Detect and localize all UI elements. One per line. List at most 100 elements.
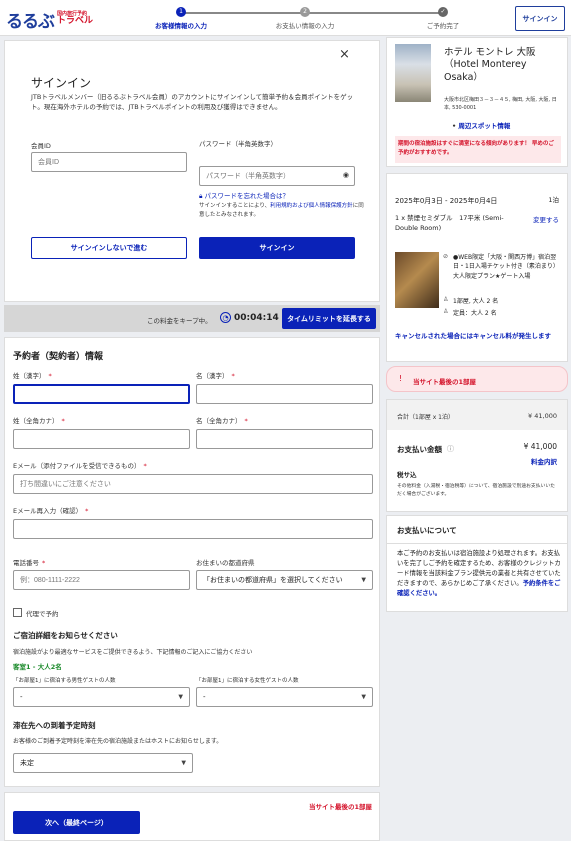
total-value: ¥ 41,000 (523, 442, 557, 451)
male-guests-value: - (20, 693, 23, 701)
close-icon[interactable]: × (339, 47, 350, 62)
lock-icon: 🔒︎ (199, 192, 203, 200)
male-guests-label: 「お部屋1」に宿泊する男性ゲストの人数 (13, 678, 116, 684)
check-icon: ✓ (438, 7, 448, 17)
check-circle-icon: ⊘ (443, 253, 449, 260)
female-guests-value: - (203, 693, 206, 701)
chevron-down-icon: ▼ (361, 693, 366, 701)
signin-button[interactable]: サインイン (199, 237, 355, 259)
subtotal-row: 合計（1部屋 x 1泊） ¥ 41,000 (387, 400, 567, 430)
chevron-down-icon: ▼ (178, 693, 183, 701)
countdown-timer: 00:04:14 (234, 313, 279, 323)
prefecture-select-value: 「お住まいの都道府県」を選択してください (203, 576, 343, 584)
progress-line (180, 12, 443, 14)
chevron-down-icon: ▼ (181, 759, 186, 767)
arrival-time-description: お客様のご到着予定時刻を滞在先の宿泊施設またはホストにお知らせします。 (13, 738, 223, 745)
rooms-guests-summary: 1部屋, 大人 2 名 (453, 298, 499, 305)
warning-icon: ! (399, 374, 403, 383)
subtotal-value: ¥ 41,000 (528, 412, 557, 420)
clock-icon: ◔ (220, 312, 231, 323)
password-input[interactable] (199, 166, 355, 186)
hotel-address: 大阪市北区梅田３－３－４５, 梅田, 大阪, 大阪, 日本, 530-0001 (444, 97, 557, 111)
payment-info-text: 本ご予約のお支払いは宿泊施設より処理されます。お支払いを完了しご予約を確定するた… (397, 549, 561, 599)
step-3-label: ご予約完了 (426, 22, 460, 30)
stay-nights: 1泊 (548, 196, 559, 204)
last-name-kana-input[interactable] (13, 429, 190, 449)
divider (387, 543, 567, 544)
info-icon[interactable]: ⓘ (447, 444, 454, 454)
arrival-time-select[interactable]: 未定 ▼ (13, 753, 193, 773)
arrival-time-value: 未定 (20, 759, 34, 767)
signin-panel: × サインイン JTBトラベルメンバー（旧るるぶトラベル会員）のアカウントにサイ… (4, 40, 380, 302)
nearby-spots-link[interactable]: 周辺スポット情報 (458, 122, 510, 130)
rate-plan-name: ●WEB限定「大阪・関西万博」宿泊翌日・1日入場チケット付き（素泊まり）大人限定… (453, 254, 559, 280)
form-footer: 当サイト最後の1部屋 次へ（最終ページ） (4, 792, 380, 841)
member-id-input[interactable] (31, 152, 187, 172)
person-icon: ♙ (443, 296, 449, 303)
prefecture-label: お住まいの都道府県 (196, 559, 255, 567)
header-signin-button[interactable]: サインイン (515, 6, 565, 31)
email-input[interactable] (13, 474, 373, 494)
continue-as-guest-button[interactable]: サインインしないで進む (31, 237, 187, 259)
total-label: お支払い金額 (397, 445, 442, 454)
eye-icon[interactable]: ◉ (343, 171, 349, 179)
last-name-kanji-label: 姓（漢字） * (13, 372, 52, 380)
step-2-indicator: 2 (300, 7, 310, 17)
cancellation-policy-link[interactable]: キャンセルされた場合にはキャンセル料が発生します (395, 331, 561, 341)
forgot-password-row: 🔒︎ パスワードを忘れた場合は？ (199, 190, 289, 201)
brand-logo-main: るるぶ (6, 12, 55, 32)
room-description: 1 x 禁煙セミダブル 17平米 (Semi-Double Room) (395, 214, 504, 232)
site-header: るるぶ 国内旅行予約 トラベル 1 2 ✓ お客様情報の入力 お支払い情報の入力… (0, 0, 571, 36)
change-room-link[interactable]: 変更する (533, 214, 559, 224)
first-name-kanji-input[interactable] (196, 384, 373, 404)
step-1-indicator: 1 (176, 7, 186, 17)
proxy-booking-label: 代理で予約 (26, 610, 59, 618)
signin-title: サインイン (31, 76, 92, 90)
last-name-kana-label: 姓（全角カナ） * (13, 417, 65, 425)
hotel-card: ホテル モントレ 大阪（Hotel Monterey Osaka） 大阪市北区梅… (386, 37, 568, 167)
nearby-spots-row: • 周辺スポット情報 (452, 120, 510, 130)
price-breakdown-link[interactable]: 料金内訳 (531, 456, 557, 466)
hotel-photo[interactable] (395, 44, 431, 102)
form-section-title: 予約者（契約者）情報 (13, 352, 104, 362)
first-name-kana-input[interactable] (196, 429, 373, 449)
capacity-text: 定員：大人 2 名 (453, 310, 497, 317)
forgot-password-link[interactable]: パスワードを忘れた場合は？ (205, 192, 290, 200)
room-occupancy-label: 客室1 - 大人2名 (13, 663, 62, 671)
step-2-label: お支払い情報の入力 (275, 22, 335, 30)
brand-logo[interactable]: るるぶ 国内旅行予約 トラベル (6, 7, 93, 32)
first-name-kana-label: 名（全角カナ） * (196, 417, 248, 425)
proxy-booking-checkbox[interactable] (13, 608, 22, 617)
terms-prefix: サインインすることにより、 (199, 203, 271, 209)
password-field: ◉ (199, 166, 355, 186)
member-id-label: 会員ID (31, 142, 51, 150)
availability-banner: ! 当サイト最後の1部屋 (386, 366, 568, 392)
email-confirm-input[interactable] (13, 519, 373, 539)
female-guests-label: 「お部屋1」に宿泊する女性ゲストの人数 (196, 678, 299, 684)
stay-dates: 2025年0月3日 - 2025年0月4日 (395, 197, 498, 205)
prefecture-select[interactable]: 「お住まいの都道府県」を選択してください ▼ (196, 570, 373, 590)
hotel-name[interactable]: ホテル モントレ 大阪（Hotel Monterey Osaka） (444, 47, 562, 84)
terms-link[interactable]: 利用規約および個人情報保護方針 (270, 203, 353, 209)
availability-text: 当サイト最後の1部屋 (413, 378, 477, 386)
email-confirm-label: Eメール再入力（確認） * (13, 507, 89, 515)
booking-details-card: 2025年0月3日 - 2025年0月4日 1泊 1 x 禁煙セミダブル 17平… (386, 173, 568, 362)
last-name-kanji-input[interactable] (13, 384, 190, 404)
arrival-time-title: 滞在先への到着予定時刻 (13, 721, 96, 730)
keep-price-text: この料金をキープ中。 (147, 317, 212, 325)
stay-details-title: ご宿泊詳細をお知らせください (13, 631, 118, 640)
room-photo[interactable] (395, 252, 439, 308)
subtotal-label: 合計（1部屋 x 1泊） (397, 414, 455, 421)
map-pin-icon: • (452, 122, 457, 130)
phone-input[interactable] (13, 570, 190, 590)
chevron-down-icon: ▼ (361, 576, 366, 584)
next-final-page-button[interactable]: 次へ（最終ページ） (13, 811, 140, 834)
additional-fees-note: その他料金（入湯税・宿泊税等）について、宿泊施設で別途お支払いいただく場合がござ… (397, 484, 555, 497)
tax-included-label: 税サ込 (397, 471, 417, 479)
male-guests-select[interactable]: - ▼ (13, 687, 190, 707)
brand-logo-sub-large: トラベル (57, 16, 94, 27)
price-summary-card: 合計（1部屋 x 1泊） ¥ 41,000 お支払い金額 ⓘ ¥ 41,000 … (386, 399, 568, 512)
female-guests-select[interactable]: - ▼ (196, 687, 373, 707)
extend-time-limit-button[interactable]: タイムリミットを延長する (282, 308, 376, 329)
payment-info-title: お支払いについて (397, 526, 457, 535)
